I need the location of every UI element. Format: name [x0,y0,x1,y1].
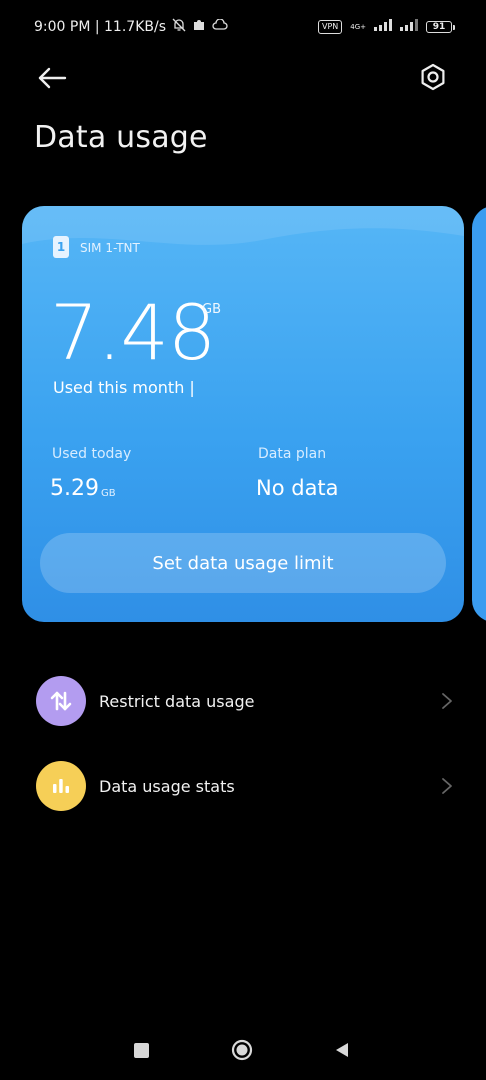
restrict-data-usage-label: Restrict data usage [99,691,255,711]
nav-back-button[interactable] [333,1041,351,1059]
vpn-badge: VPN [317,20,343,34]
signal-icon-2 [400,19,418,35]
month-usage-label: Used this month | [53,378,195,397]
gear-icon [421,63,445,91]
set-data-limit-button[interactable]: Set data usage limit [40,533,446,593]
today-usage-label: Used today [52,446,132,462]
back-button[interactable] [36,62,68,94]
battery-icon: 91 [426,21,455,33]
sim-number: 1 [56,240,66,254]
status-bar: 9:00 PM | 11.7KB/s VPN 4G+ 91 [0,0,486,54]
chevron-right-icon [442,778,452,794]
home-button[interactable] [231,1039,253,1061]
data-usage-stats-label: Data usage stats [99,776,235,796]
chevron-right-icon [442,693,452,709]
today-usage-unit: GB [101,488,116,499]
puzzle-icon [192,18,206,36]
status-right: VPN 4G+ 91 [317,19,455,35]
signal-icon [374,19,392,35]
data-plan-value: No data [256,476,339,500]
recents-button[interactable] [134,1043,149,1058]
status-left: 9:00 PM | 11.7KB/s [34,18,228,36]
sim-card-icon: 1 [53,236,69,258]
navigation-bar [0,1030,486,1070]
month-usage-unit: GB [202,302,221,317]
sim-usage-card[interactable]: 1 SIM 1-TNT 7.48 GB Used this month | Us… [22,206,464,622]
battery-level: 91 [432,22,446,32]
restrict-data-usage-item[interactable]: Restrict data usage [0,665,486,737]
network-type-label: 4G+ [350,23,366,31]
next-sim-card[interactable] [472,206,486,622]
month-usage-value: 7.48 [50,288,216,377]
arrow-left-icon [38,67,67,89]
page-title: Data usage [34,120,208,155]
cloud-icon [212,18,228,35]
swap-arrows-icon [36,676,86,726]
status-time-speed: 9:00 PM | 11.7KB/s [34,19,166,35]
bell-off-icon [172,18,186,36]
today-usage-value: 5.29 [50,476,99,501]
settings-button[interactable] [418,62,448,92]
bar-chart-icon [36,761,86,811]
data-usage-stats-item[interactable]: Data usage stats [0,750,486,822]
network-type: 4G+ [350,23,366,31]
sim-label: SIM 1-TNT [80,241,140,255]
screen: 9:00 PM | 11.7KB/s VPN 4G+ 91 Data usage… [0,0,486,1080]
data-plan-label: Data plan [258,446,327,462]
